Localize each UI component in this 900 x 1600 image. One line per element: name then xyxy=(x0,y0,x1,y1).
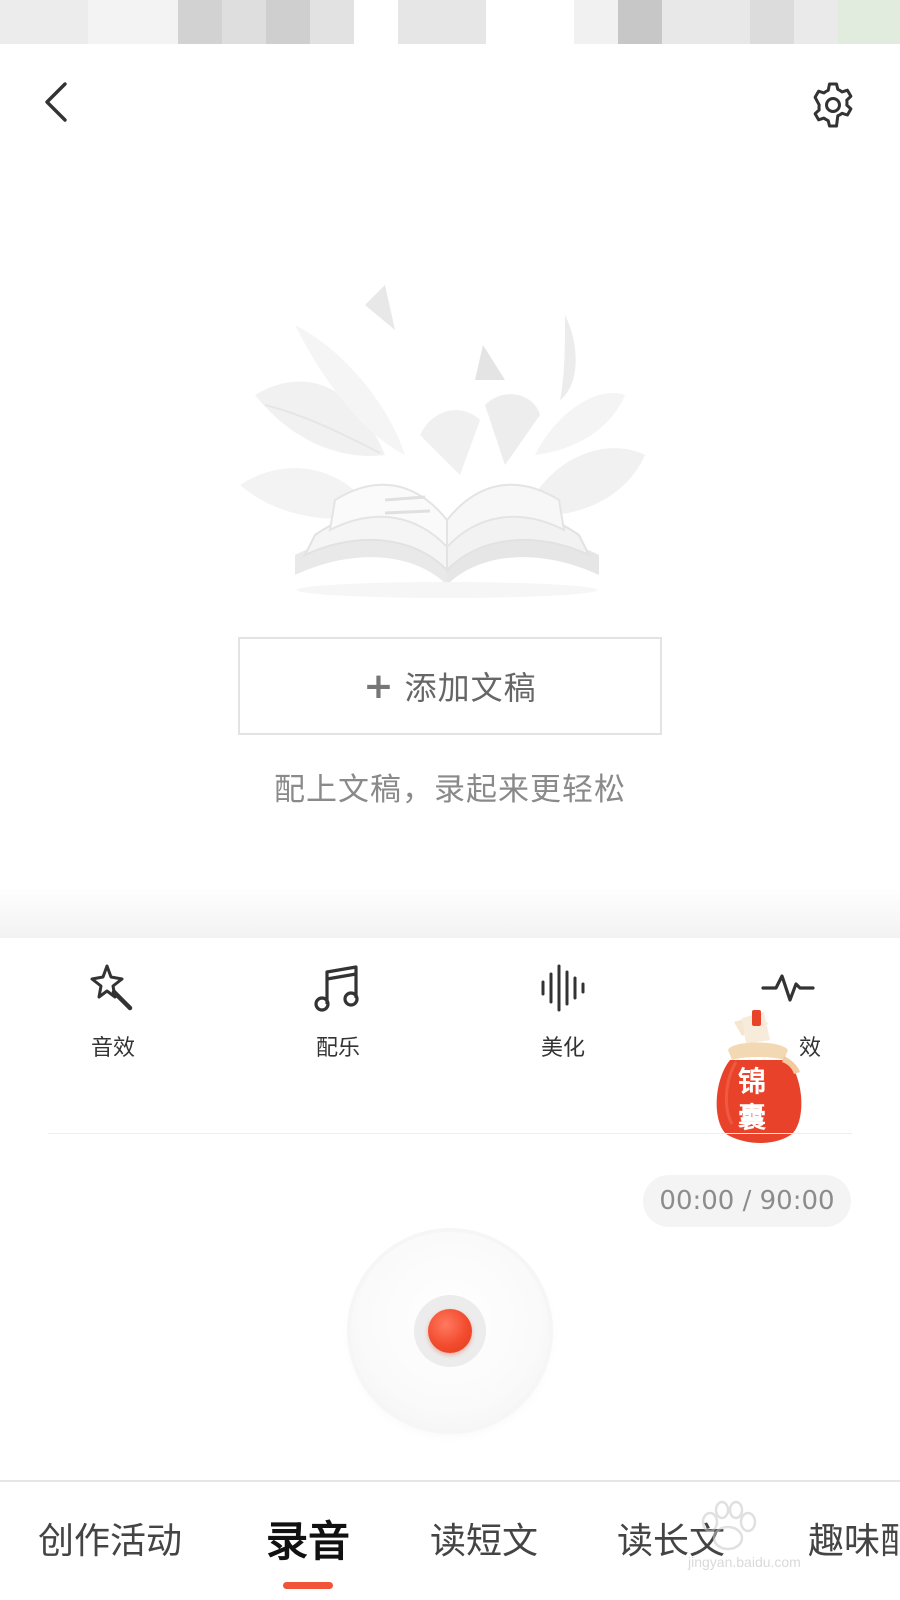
section-divider xyxy=(0,888,900,938)
status-bar-block xyxy=(0,0,88,44)
back-button[interactable] xyxy=(34,80,78,124)
status-bar-block xyxy=(618,0,662,44)
tool-label: 配乐 xyxy=(315,1036,360,1061)
status-bar xyxy=(0,0,900,44)
magic-wand-icon xyxy=(90,964,133,1011)
nav-active-indicator xyxy=(283,1582,333,1589)
nav-item-short-text[interactable]: 读短文 xyxy=(430,1512,538,1564)
status-bar-block xyxy=(838,0,900,44)
status-bar-block xyxy=(178,0,222,44)
status-bar-block xyxy=(574,0,618,44)
record-button-ring xyxy=(414,1295,486,1367)
status-bar-block xyxy=(662,0,750,44)
status-bar-block xyxy=(794,0,838,44)
script-hint: 配上文稿，录起来更轻松 xyxy=(274,772,626,808)
nav-item-record[interactable]: 录音 xyxy=(266,1508,350,1569)
record-dot-icon xyxy=(428,1309,472,1353)
tool-beautify[interactable]: 美化 xyxy=(503,960,623,1062)
recording-timer: 00:00 / 90:00 xyxy=(643,1175,851,1227)
nav-item-activities[interactable]: 创作活动 xyxy=(38,1512,182,1564)
settings-button[interactable] xyxy=(808,80,858,130)
status-bar-block xyxy=(266,0,310,44)
music-note-icon xyxy=(314,965,359,1012)
waveform-icon xyxy=(541,964,585,1012)
status-bar-block xyxy=(88,0,178,44)
add-script-label: 添加文稿 xyxy=(404,669,537,707)
plus-icon: + xyxy=(363,665,395,707)
status-bar-block xyxy=(310,0,354,44)
status-bar-block xyxy=(398,0,486,44)
pulse-icon xyxy=(761,974,815,1002)
record-button[interactable] xyxy=(351,1232,549,1430)
tool-music[interactable]: 配乐 xyxy=(278,960,398,1062)
badge-text-line1: 锦 xyxy=(737,1065,766,1098)
nav-item-fun-dubbing[interactable]: 趣味配 xyxy=(808,1512,900,1564)
chevron-left-icon xyxy=(45,82,67,122)
tool-sound-effects[interactable]: 音效 xyxy=(53,960,173,1062)
status-bar-block xyxy=(750,0,794,44)
jinnang-badge[interactable]: 锦 囊 xyxy=(712,1010,810,1145)
gear-icon xyxy=(813,82,853,128)
tool-label: 美化 xyxy=(540,1036,585,1061)
tool-label: 音效 xyxy=(90,1036,135,1061)
status-bar-block xyxy=(222,0,266,44)
nav-item-long-text[interactable]: 读长文 xyxy=(617,1512,725,1564)
bottom-nav: 创作活动 录音 读短文 读长文 趣味配 xyxy=(0,1480,900,1600)
add-script-button[interactable]: + 添加文稿 xyxy=(238,637,662,735)
tools-separator xyxy=(48,1133,852,1134)
open-book-illustration xyxy=(240,285,645,598)
badge-text-line2: 囊 xyxy=(737,1101,766,1134)
